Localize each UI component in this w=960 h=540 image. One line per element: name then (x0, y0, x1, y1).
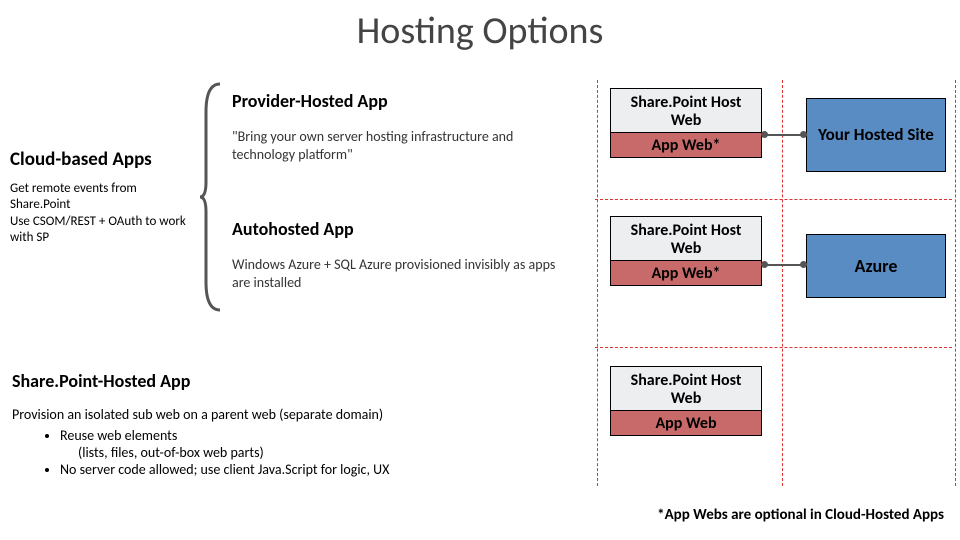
appweb-label: App Web* (610, 260, 762, 286)
hostweb-box-2: Share.Point Host Web App Web* (610, 216, 762, 286)
cloud-apps-heading: Cloud-based Apps (10, 148, 195, 171)
cloud-apps-desc: Get remote events from Share.Point Use C… (10, 181, 195, 246)
divider-vertical (782, 80, 783, 486)
divider-vertical (955, 80, 956, 486)
hostweb-label: Share.Point Host Web (611, 89, 761, 133)
hostweb-label: Share.Point Host Web (611, 367, 761, 411)
appweb-label: App Web (610, 410, 762, 436)
connector-line (764, 264, 804, 266)
autohosted-title: Autohosted App (232, 218, 572, 240)
brace-icon (198, 82, 222, 312)
sp-hosted-option: Share.Point-Hosted App Provision an isol… (12, 370, 582, 478)
sp-hosted-bullet-1: Reuse web elements (lists, files, out-of… (60, 427, 582, 461)
sp-hosted-intro: Provision an isolated sub web on a paren… (12, 406, 582, 423)
azure-box: Azure (806, 234, 946, 298)
connector-line (764, 134, 804, 136)
hostweb-box-1: Share.Point Host Web App Web* (610, 88, 762, 158)
provider-hosted-option: Provider-Hosted App "Bring your own serv… (232, 90, 572, 164)
divider-horizontal (595, 347, 952, 348)
divider-horizontal (595, 199, 952, 200)
slide-title: Hosting Options (0, 8, 960, 54)
divider-vertical (597, 80, 598, 486)
sp-hosted-bullet-2: No server code allowed; use client Java.… (60, 461, 582, 478)
autohosted-option: Autohosted App Windows Azure + SQL Azure… (232, 218, 572, 292)
sp-hosted-bullet-1-sub: (lists, files, out-of-box web parts) (78, 444, 582, 461)
hostweb-label: Share.Point Host Web (611, 217, 761, 261)
hostweb-box-3: Share.Point Host Web App Web (610, 366, 762, 436)
autohosted-desc: Windows Azure + SQL Azure provisioned in… (232, 256, 572, 292)
sp-hosted-title: Share.Point-Hosted App (12, 370, 582, 392)
provider-title: Provider-Hosted App (232, 90, 572, 112)
provider-desc: "Bring your own server hosting infrastru… (232, 128, 572, 164)
footnote: *App Webs are optional in Cloud-Hosted A… (657, 506, 944, 524)
cloud-based-apps-label: Cloud-based Apps Get remote events from … (10, 148, 195, 246)
your-hosted-site-box: Your Hosted Site (806, 98, 946, 172)
appweb-label: App Web* (610, 132, 762, 158)
